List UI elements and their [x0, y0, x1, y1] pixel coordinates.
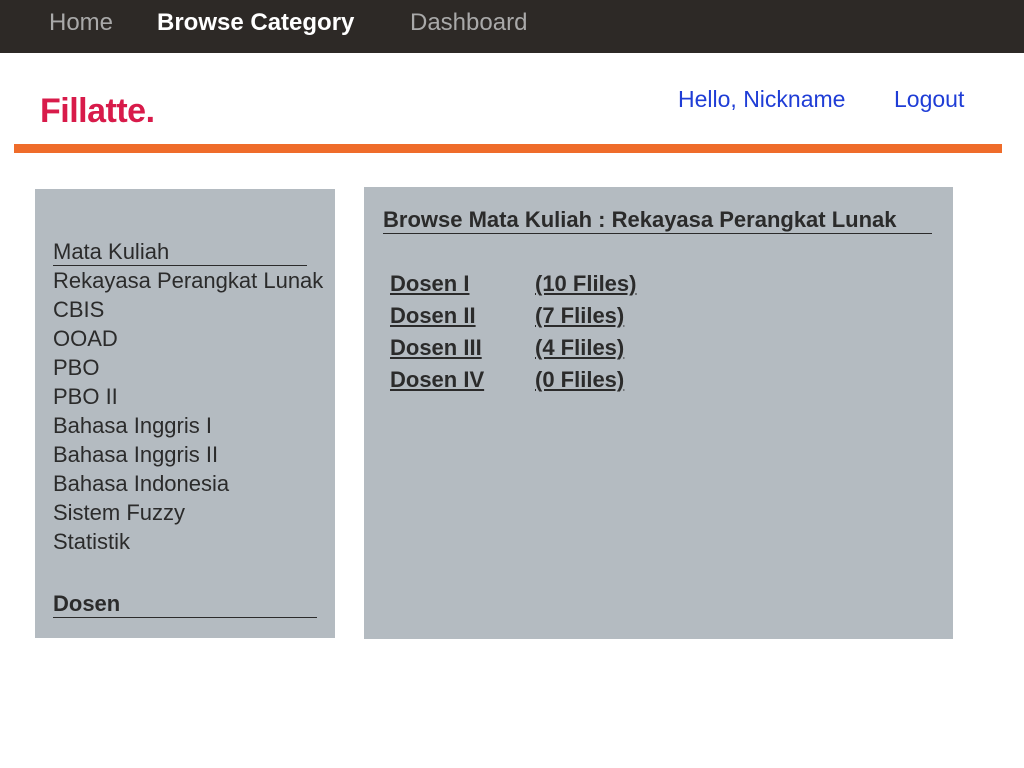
file-count: (7 Fliles) — [535, 303, 625, 328]
list-item: Statistik — [53, 527, 323, 556]
list-item: Dosen I (10 Fliles) — [390, 269, 636, 301]
sidebar-item-rpl[interactable]: Rekayasa Perangkat Lunak — [53, 268, 323, 293]
sidebar-item-bahasa-indonesia[interactable]: Bahasa Indonesia — [53, 471, 229, 496]
logout-link[interactable]: Logout — [894, 86, 964, 113]
sidebar-item-cbis[interactable]: CBIS — [53, 297, 104, 322]
dosen-link-2[interactable]: Dosen II (7 Fliles) — [390, 301, 624, 330]
user-greeting-link[interactable]: Hello, Nickname — [678, 86, 845, 113]
sidebar-item-ooad[interactable]: OOAD — [53, 326, 118, 351]
sidebar-item-bahasa-inggris-i[interactable]: Bahasa Inggris I — [53, 413, 212, 438]
browse-panel: Browse Mata Kuliah : Rekayasa Perangkat … — [364, 187, 953, 639]
list-item: PBO — [53, 353, 323, 382]
dosen-link-1[interactable]: Dosen I (10 Fliles) — [390, 269, 636, 298]
list-item: Bahasa Inggris I — [53, 411, 323, 440]
dosen-link-4[interactable]: Dosen IV (0 Fliles) — [390, 365, 624, 394]
list-item: Dosen II (7 Fliles) — [390, 301, 636, 333]
sidebar-item-sistem-fuzzy[interactable]: Sistem Fuzzy — [53, 500, 185, 525]
list-item: OOAD — [53, 324, 323, 353]
list-item: PBO II — [53, 382, 323, 411]
sidebar-item-bahasa-inggris-ii[interactable]: Bahasa Inggris II — [53, 442, 218, 467]
top-navbar: Home Browse Category Dashboard — [0, 0, 1024, 53]
nav-browse-category-link[interactable]: Browse Category — [157, 9, 354, 37]
list-item: CBIS — [53, 295, 323, 324]
header-divider — [14, 144, 1002, 153]
dosen-list: Dosen I (10 Fliles) Dosen II (7 Fliles) … — [390, 269, 636, 397]
file-count: (0 Fliles) — [535, 367, 625, 392]
nav-home-link[interactable]: Home — [49, 9, 113, 37]
list-item: Bahasa Inggris II — [53, 440, 323, 469]
dosen-name: Dosen II — [390, 303, 476, 328]
sidebar-item-pbo[interactable]: PBO — [53, 355, 99, 380]
nav-dashboard-link[interactable]: Dashboard — [410, 9, 527, 37]
file-count: (4 Fliles) — [535, 335, 625, 360]
dosen-heading: Dosen — [53, 590, 317, 618]
list-item: Bahasa Indonesia — [53, 469, 323, 498]
list-item: Dosen III (4 Fliles) — [390, 333, 636, 365]
category-sidebar: Mata Kuliah Rekayasa Perangkat Lunak CBI… — [35, 189, 335, 638]
sidebar-item-statistik[interactable]: Statistik — [53, 529, 130, 554]
sidebar-item-pbo-ii[interactable]: PBO II — [53, 384, 118, 409]
list-item: Sistem Fuzzy — [53, 498, 323, 527]
site-logo[interactable]: Fillatte. — [40, 92, 155, 131]
list-item: Rekayasa Perangkat Lunak — [53, 266, 323, 295]
list-item: Dosen IV (0 Fliles) — [390, 365, 636, 397]
file-count: (10 Fliles) — [535, 271, 637, 296]
mata-kuliah-heading: Mata Kuliah — [53, 238, 307, 266]
dosen-name: Dosen III — [390, 335, 482, 360]
mata-kuliah-list: Rekayasa Perangkat Lunak CBIS OOAD PBO P… — [53, 266, 323, 556]
dosen-name: Dosen I — [390, 271, 470, 296]
dosen-link-3[interactable]: Dosen III (4 Fliles) — [390, 333, 624, 362]
page-title: Browse Mata Kuliah : Rekayasa Perangkat … — [383, 206, 932, 234]
dosen-name: Dosen IV — [390, 367, 485, 392]
